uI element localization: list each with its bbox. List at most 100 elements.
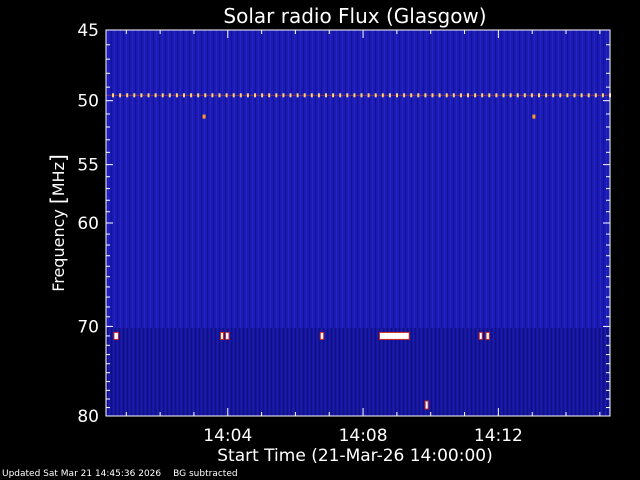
interference-dot — [225, 93, 228, 98]
chart-title: Solar radio Flux (Glasgow) — [223, 4, 486, 28]
interference-dot — [211, 93, 214, 98]
interference-dot — [559, 93, 562, 98]
interference-dot — [289, 93, 292, 98]
radio-burst — [379, 332, 409, 339]
interference-dot — [126, 93, 129, 98]
background-note: BG subtracted — [173, 469, 238, 479]
y-axis-label-unit: MHz — [49, 162, 68, 196]
interference-band — [106, 94, 610, 96]
radio-burst — [226, 332, 229, 339]
interference-dot — [154, 93, 157, 98]
interference-dot — [410, 93, 413, 98]
interference-dot — [509, 93, 512, 98]
interference-dot — [374, 93, 377, 98]
interference-dot — [204, 93, 207, 98]
interference-dot — [282, 93, 285, 98]
interference-dot — [438, 93, 441, 98]
y-axis-label: Frequency [MHz] — [46, 154, 70, 292]
interference-dot — [552, 93, 555, 98]
interference-dot — [573, 93, 576, 98]
interference-dot — [424, 93, 427, 98]
interference-dot — [339, 93, 342, 98]
radio-burst — [425, 401, 428, 409]
interference-dot — [261, 93, 264, 98]
x-axis-label: Start Time (21-Mar-26 14:00:00) — [217, 446, 492, 466]
interference-dot — [403, 93, 406, 98]
interference-dot — [325, 93, 327, 98]
interference-dot — [140, 93, 143, 98]
interference-dot — [452, 93, 455, 98]
interference-dot — [133, 93, 136, 98]
radio-burst — [479, 332, 482, 339]
interference-dot — [474, 93, 477, 98]
interference-dot — [459, 93, 462, 98]
interference-dot — [168, 93, 171, 98]
interference-dot — [303, 93, 306, 98]
interference-dot — [190, 93, 193, 98]
interference-dot — [516, 93, 519, 98]
interference-dot — [445, 93, 448, 98]
interference-dot — [254, 93, 256, 98]
interference-dot — [580, 93, 583, 98]
interference-dot — [388, 93, 391, 98]
interference-dot — [197, 93, 200, 98]
interference-dot — [545, 93, 548, 98]
interference-dot — [317, 93, 320, 98]
interference-dot — [566, 93, 569, 98]
interference-dot — [161, 93, 164, 98]
radio-burst — [486, 332, 489, 339]
interference-dot — [523, 93, 526, 98]
interference-dot — [467, 93, 469, 98]
y-tick-label: 55 — [77, 156, 99, 176]
interference-dot — [183, 93, 185, 98]
interference-dot — [268, 93, 271, 98]
interference-dot — [232, 93, 235, 98]
interference-dot — [488, 93, 491, 98]
interference-dot — [587, 93, 590, 98]
radio-burst — [114, 332, 118, 339]
interference-dot — [353, 93, 356, 98]
interference-dot — [360, 93, 363, 98]
interference-dot — [246, 93, 249, 98]
x-tick-label: 14:04 — [203, 426, 252, 446]
x-tick-label: 14:12 — [474, 426, 523, 446]
interference-dot — [296, 93, 299, 98]
emission-spot — [532, 114, 536, 119]
y-tick-label: 70 — [77, 317, 99, 337]
interference-dot — [112, 93, 114, 98]
y-tick-label: 50 — [77, 92, 99, 112]
interference-dot — [239, 93, 242, 98]
x-tick-label: 14:08 — [339, 426, 388, 446]
interference-dot — [530, 93, 533, 98]
interference-dot — [119, 93, 122, 98]
interference-dot — [275, 93, 278, 98]
interference-dot — [396, 93, 398, 98]
interference-dot — [346, 93, 349, 98]
emission-spot — [202, 114, 206, 119]
interference-dot — [332, 93, 335, 98]
y-tick-label: 80 — [77, 407, 99, 427]
spectrogram-chart: Solar radio Flux (Glasgow) 455055607080 … — [46, 4, 611, 466]
interference-dot — [175, 93, 178, 98]
interference-dot — [431, 93, 434, 98]
spectrogram-lower-region — [106, 328, 610, 416]
interference-dot — [481, 93, 484, 98]
interference-dot — [495, 93, 498, 98]
y-tick-label: 60 — [77, 214, 99, 234]
footer: Updated Sat Mar 21 14:45:36 2026 BG subtr… — [2, 469, 238, 480]
updated-timestamp: Updated Sat Mar 21 14:45:36 2026 — [2, 469, 162, 479]
interference-dot — [310, 93, 313, 98]
interference-dot — [218, 93, 221, 98]
radio-burst — [221, 332, 224, 339]
radio-burst — [320, 332, 324, 339]
interference-dot — [502, 93, 505, 98]
interference-dot — [594, 93, 597, 98]
interference-dot — [147, 93, 150, 98]
interference-dot — [417, 93, 420, 98]
interference-dot — [601, 93, 604, 98]
y-tick-label: 45 — [77, 21, 99, 41]
y-axis-label-text: Frequency — [49, 204, 68, 292]
plot-area — [105, 29, 611, 417]
interference-dot — [381, 93, 384, 98]
interference-dot — [538, 93, 540, 98]
